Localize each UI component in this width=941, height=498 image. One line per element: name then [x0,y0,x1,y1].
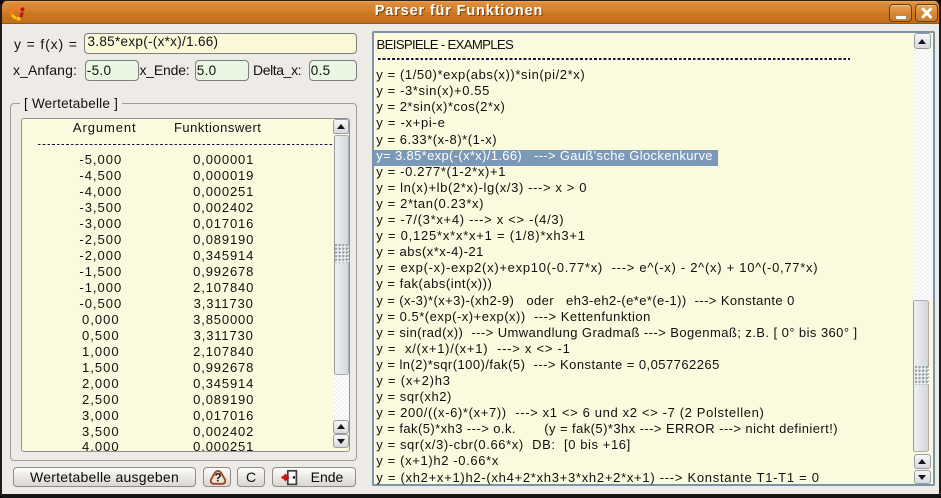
svg-text:?: ? [214,472,221,484]
